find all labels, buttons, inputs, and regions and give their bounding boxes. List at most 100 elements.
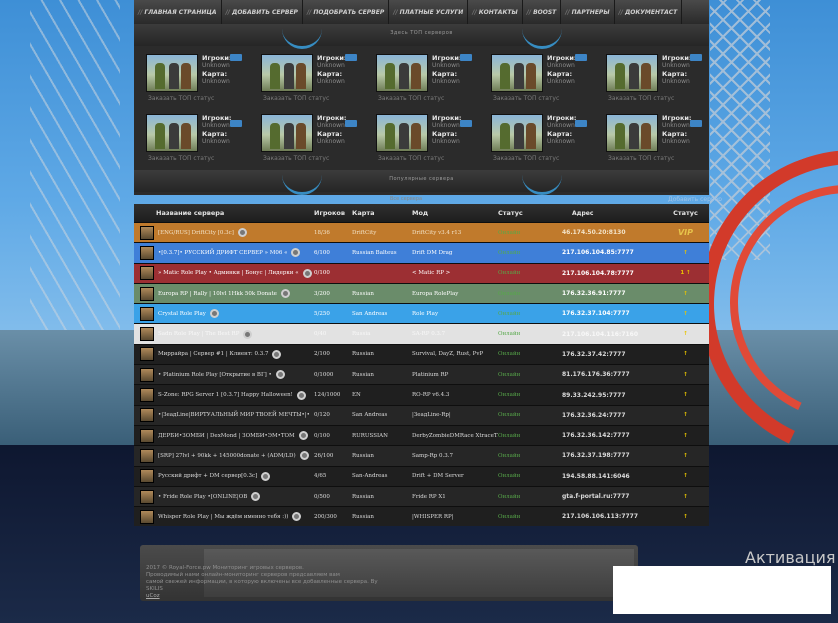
- rating-cell[interactable]: ↑: [662, 433, 709, 439]
- order-top-link[interactable]: Заказать ТОП статус: [493, 95, 559, 102]
- table-row[interactable]: Миррайра | Сервер #1 | Клиент: 0.3.7 2/10…: [134, 343, 709, 365]
- table-row[interactable]: •[0.3.7]• РУССКИЙ ДРИФТ СЕРВЕР » M06 « 6/…: [134, 242, 709, 263]
- order-top-link[interactable]: Заказать ТОП статус: [608, 95, 674, 102]
- address-cell[interactable]: 176.32.37.198:7777: [562, 452, 662, 459]
- settings-gear-icon[interactable]: [261, 471, 271, 481]
- server-name[interactable]: •[0.3.7]• РУССКИЙ ДРИФТ СЕРВЕР » M06 «: [158, 250, 287, 256]
- server-name[interactable]: Whisper Role Play | Мы ждём именно тебя …: [158, 514, 288, 520]
- col-status[interactable]: Статус: [498, 209, 562, 217]
- col-rating[interactable]: Статус: [662, 209, 709, 217]
- settings-gear-icon[interactable]: [251, 492, 261, 501]
- table-row[interactable]: •|ЗеадLine|ВИРТУАЛЬНЫЙ МИР ТВОЕЙ МЕЧТЫ•|…: [134, 404, 709, 425]
- table-row[interactable]: S-Zone: RPG Server 1 [0.3.7] Happy Hallo…: [134, 384, 709, 405]
- nav-item[interactable]: //Подобрать сервер: [303, 0, 390, 24]
- top-server-card[interactable]: Игроки: Unknown Карта: Unknown Заказать ТОП …: [253, 48, 363, 108]
- server-thumbnail[interactable]: [146, 114, 198, 152]
- nav-item[interactable]: //Платные услуги: [389, 0, 469, 24]
- nav-item[interactable]: //Партнеры: [561, 0, 615, 24]
- settings-gear-icon[interactable]: [296, 390, 306, 400]
- top-server-card[interactable]: Игроки: Unknown Карта: Unknown Заказать ТОП …: [483, 48, 593, 108]
- settings-gear-icon[interactable]: [299, 451, 309, 461]
- order-top-link[interactable]: Заказать ТОП статус: [378, 95, 444, 102]
- address-cell[interactable]: 217.106.104.78:7777: [562, 270, 662, 277]
- table-row[interactable]: Whisper Role Play | Мы ждём именно тебя …: [134, 506, 709, 527]
- rating-cell[interactable]: ↑: [662, 291, 709, 297]
- rating-cell[interactable]: ↑: [662, 453, 709, 459]
- server-name[interactable]: S-Zone: RPG Server 1 [0.3.7] Happy Hallo…: [158, 392, 293, 398]
- table-row[interactable]: » Matic Role Play • Админки | Бонус | Ли…: [134, 262, 709, 283]
- table-row[interactable]: Crystal Role Play 5/250 San Andreas Role Pl…: [134, 303, 709, 324]
- col-players[interactable]: Игроков: [314, 209, 352, 217]
- server-thumbnail[interactable]: [146, 54, 198, 92]
- order-top-link[interactable]: Заказать ТОП статус: [148, 95, 214, 102]
- address-cell[interactable]: 176.32.37.104:7777: [562, 310, 662, 317]
- ucoz-link[interactable]: uCoz: [146, 593, 396, 600]
- rating-cell[interactable]: ↑: [662, 473, 709, 479]
- rating-cell[interactable]: ↑: [662, 250, 709, 256]
- nav-item[interactable]: //Главная страница: [134, 0, 222, 24]
- settings-gear-icon[interactable]: [272, 349, 282, 359]
- server-name[interactable]: Миррайра | Сервер #1 | Клиент: 0.3.7: [158, 351, 268, 357]
- settings-gear-icon[interactable]: [291, 248, 301, 258]
- nav-item[interactable]: //Добавить сервер: [222, 0, 303, 24]
- server-name[interactable]: » Matic Role Play • Админки | Бонус | Ли…: [158, 270, 299, 276]
- server-name[interactable]: Europa RP | Rally | 10lvl 1Hkk 50k Donat…: [158, 291, 277, 297]
- order-top-link[interactable]: Заказать ТОП статус: [148, 155, 214, 162]
- top-server-card[interactable]: Игроки: Unknown Карта: Unknown Заказать ТОП …: [253, 108, 363, 168]
- rating-cell[interactable]: ↑: [662, 311, 709, 317]
- settings-gear-icon[interactable]: [275, 370, 285, 380]
- rating-cell[interactable]: ↑: [662, 494, 709, 500]
- top-server-card[interactable]: Игроки: Unknown Карта: Unknown Заказать ТОП …: [138, 108, 248, 168]
- top-server-card[interactable]: Игроки: Unknown Карта: Unknown Заказать ТОП …: [598, 108, 708, 168]
- order-top-link[interactable]: Заказать ТОП статус: [263, 155, 329, 162]
- settings-gear-icon[interactable]: [298, 431, 308, 441]
- order-top-link[interactable]: Заказать ТОП статус: [378, 155, 444, 162]
- server-thumbnail[interactable]: [261, 54, 313, 92]
- address-cell[interactable]: 194.58.88.141:6046: [562, 473, 662, 480]
- address-cell[interactable]: 217.106.106.113:7777: [562, 513, 662, 520]
- table-row[interactable]: • Fride Role Play •[ONLINE|OВ 0/500 Russia…: [134, 485, 709, 507]
- col-name[interactable]: Название сервера: [134, 209, 314, 217]
- server-name[interactable]: ДЕРБИ•ЗОМБИ | DexMond | ЗОМБИ•ЭМ•ТОМ: [158, 433, 295, 439]
- order-top-link[interactable]: Заказать ТОП статус: [493, 155, 559, 162]
- top-server-card[interactable]: Игроки: Unknown Карта: Unknown Заказать ТОП …: [368, 48, 478, 108]
- top-server-card[interactable]: Игроки: Unknown Карта: Unknown Заказать ТОП …: [138, 48, 248, 108]
- settings-gear-icon[interactable]: [243, 329, 253, 339]
- rating-cell[interactable]: VIP: [662, 228, 709, 237]
- address-cell[interactable]: 176.32.36.142:7777: [562, 432, 662, 439]
- top-server-card[interactable]: Игроки: Unknown Карта: Unknown Заказать ТОП …: [368, 108, 478, 168]
- table-row[interactable]: • Platinium Role Play [Открытие в ВГ] • 0…: [134, 364, 709, 385]
- address-cell[interactable]: 81.176.176.36:7777: [562, 371, 662, 378]
- server-thumbnail[interactable]: [261, 114, 313, 152]
- server-name[interactable]: [ENG/RUS] DriftCity [0.3c]: [158, 230, 234, 236]
- col-mod[interactable]: Мод: [412, 209, 498, 217]
- server-name[interactable]: Crystal Role Play: [158, 311, 206, 317]
- server-thumbnail[interactable]: [491, 54, 543, 92]
- table-row[interactable]: Europa RP | Rally | 10lvl 1Hkk 50k Donat…: [134, 282, 709, 304]
- server-name[interactable]: [SRP] 27lvl + 90kk + 145000donate + (ADM…: [158, 453, 296, 459]
- server-name[interactable]: Русский дрифт + DM сервер[0.3c]: [158, 473, 257, 479]
- add-server-link[interactable]: Добавить сервер: [668, 196, 722, 203]
- address-cell[interactable]: 176.32.36.91:7777: [562, 290, 662, 297]
- settings-gear-icon[interactable]: [209, 309, 219, 319]
- table-row[interactable]: ДЕРБИ•ЗОМБИ | DexMond | ЗОМБИ•ЭМ•ТОМ 0/10…: [134, 424, 709, 446]
- rating-cell[interactable]: ↑: [662, 514, 709, 520]
- server-thumbnail[interactable]: [606, 54, 658, 92]
- rating-cell[interactable]: ↑: [662, 331, 709, 337]
- server-thumbnail[interactable]: [376, 114, 428, 152]
- address-cell[interactable]: 176.32.36.24:7777: [562, 412, 662, 419]
- server-thumbnail[interactable]: [376, 54, 428, 92]
- address-cell[interactable]: 217.106.104.85:7777: [562, 249, 662, 256]
- server-name[interactable]: • Platinium Role Play [Открытие в ВГ] •: [158, 372, 272, 378]
- table-row[interactable]: [ENG/RUS] DriftCity [0.3c] 18/36 DriftCity…: [134, 222, 709, 243]
- table-row[interactable]: Sadn Role Play | The Best RP 0/40 Russia SA…: [134, 323, 709, 344]
- nav-item[interactable]: //Boost: [523, 0, 562, 24]
- nav-item[interactable]: //Контакты: [468, 0, 523, 24]
- table-row[interactable]: Русский дрифт + DM сервер[0.3c] 4/65 San-A…: [134, 465, 709, 486]
- table-row[interactable]: [SRP] 27lvl + 90kk + 145000donate + (ADM…: [134, 445, 709, 466]
- address-cell[interactable]: 46.174.50.20:8130: [562, 229, 662, 236]
- server-thumbnail[interactable]: [606, 114, 658, 152]
- top-server-card[interactable]: Игроки: Unknown Карта: Unknown Заказать ТОП …: [598, 48, 708, 108]
- settings-gear-icon[interactable]: [302, 268, 312, 278]
- address-cell[interactable]: gta.f-portal.ru:7777: [562, 493, 662, 500]
